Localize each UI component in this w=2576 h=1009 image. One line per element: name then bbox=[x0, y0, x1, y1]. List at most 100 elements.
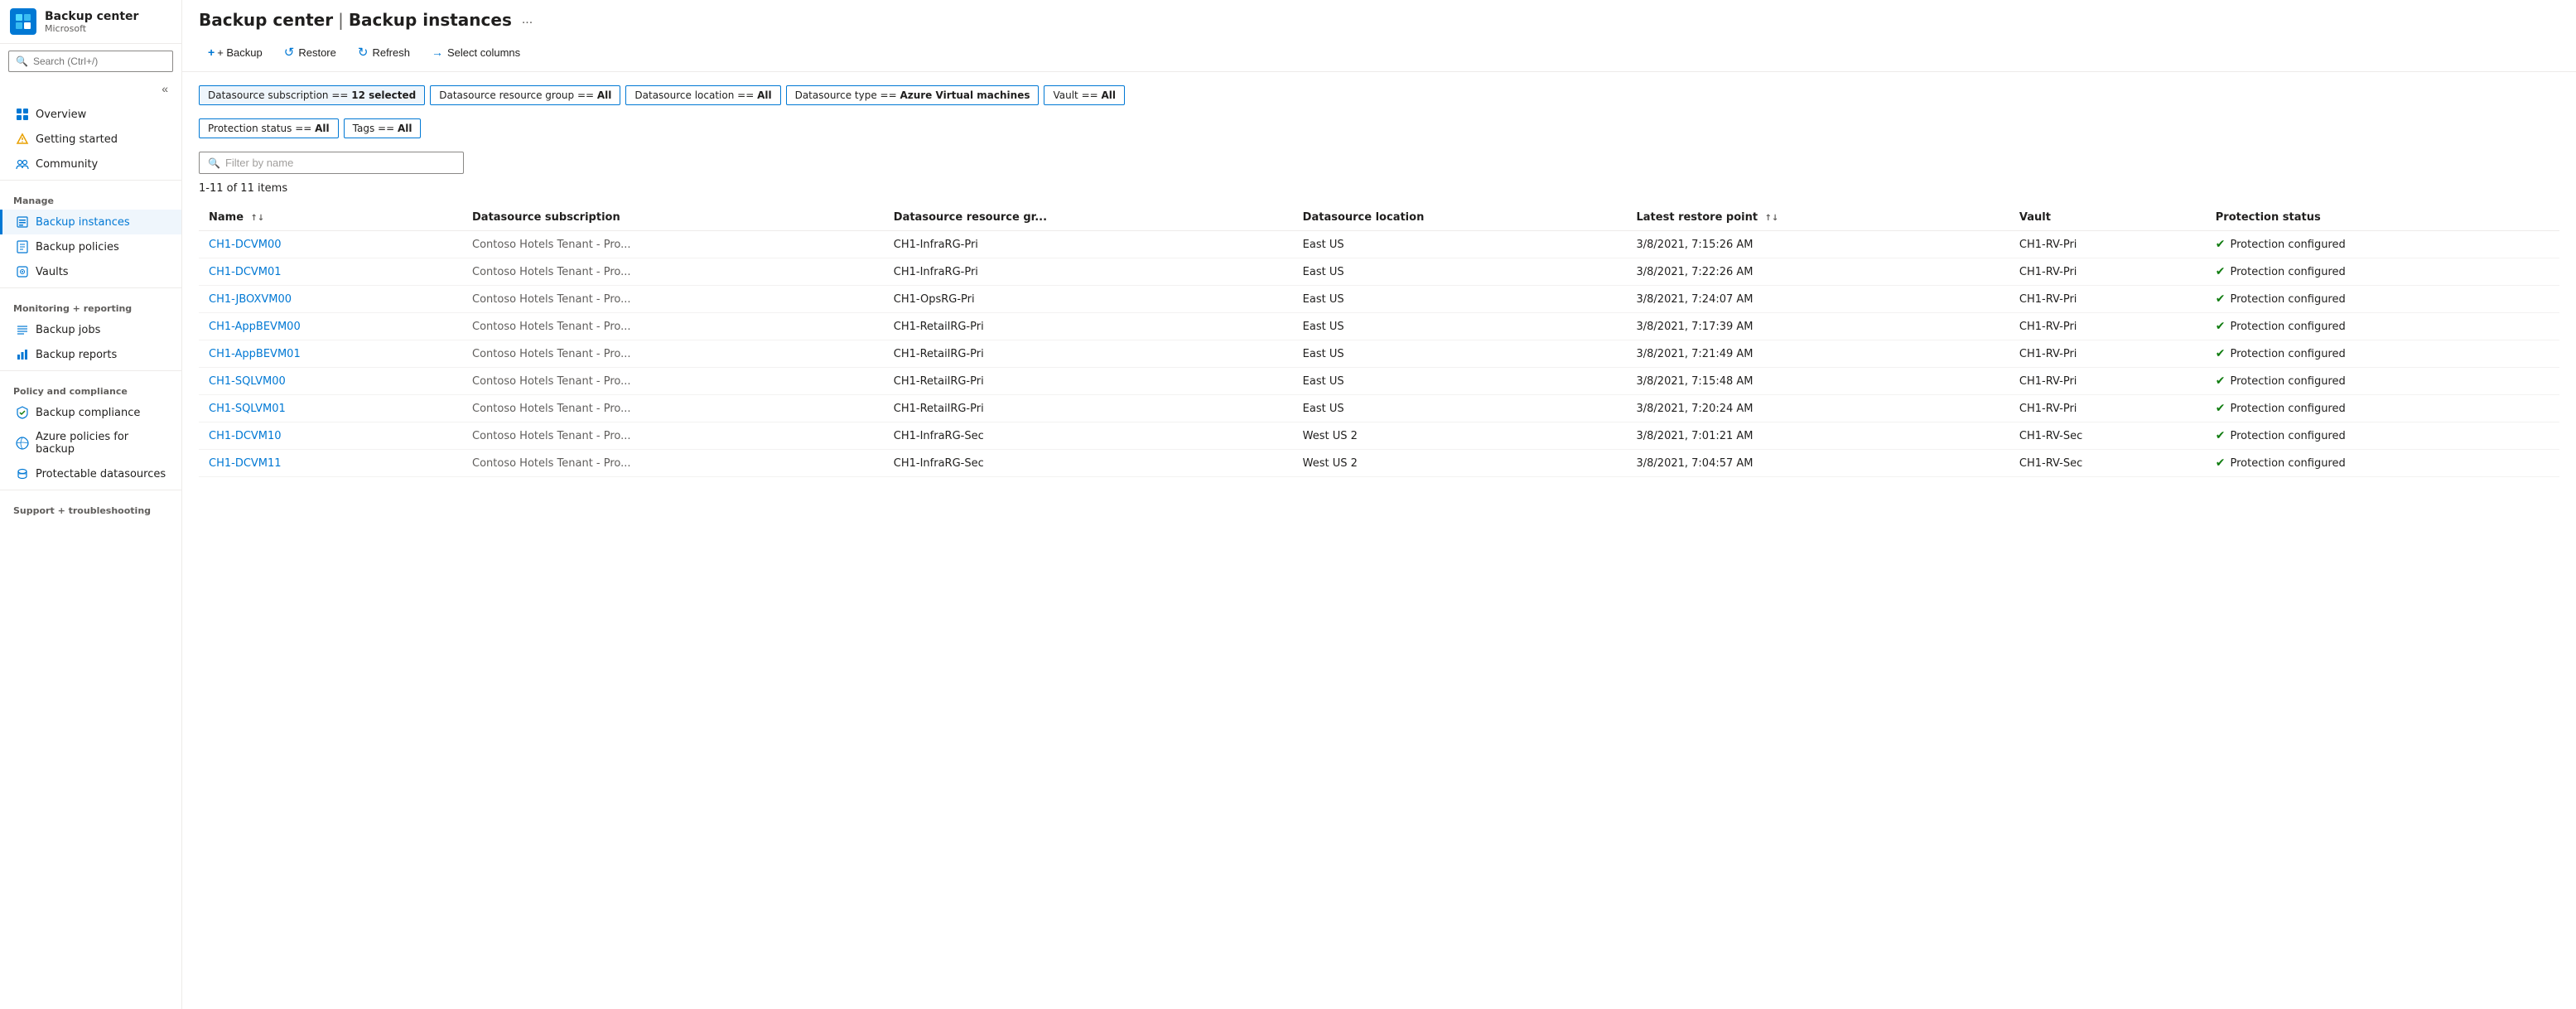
cell-resource-group[interactable]: CH1-InfraRG-Pri bbox=[884, 231, 1293, 258]
filter-chip-type-text: Datasource type == Azure Virtual machine… bbox=[795, 89, 1030, 101]
cell-protection-status: ✔ Protection configured bbox=[2206, 258, 2559, 286]
table-row: CH1-DCVM11 Contoso Hotels Tenant - Pro..… bbox=[199, 450, 2559, 477]
page-title-separator: | bbox=[338, 10, 344, 30]
app-logo bbox=[10, 8, 36, 35]
status-check-icon: ✔ bbox=[2216, 347, 2226, 360]
items-count: 1-11 of 11 items bbox=[199, 182, 2559, 195]
protectable-datasources-icon bbox=[16, 467, 29, 480]
cell-protection-status: ✔ Protection configured bbox=[2206, 286, 2559, 313]
sidebar-item-protectable-datasources[interactable]: Protectable datasources bbox=[0, 461, 181, 486]
select-columns-label: Select columns bbox=[447, 46, 520, 59]
cell-restore-point: 3/8/2021, 7:20:24 AM bbox=[1627, 395, 2009, 422]
cell-resource-group[interactable]: CH1-InfraRG-Sec bbox=[884, 450, 1293, 477]
app-title-block: Backup center Microsoft bbox=[45, 10, 138, 34]
status-label: Protection configured bbox=[2231, 457, 2346, 470]
sidebar-item-label: Vaults bbox=[36, 266, 69, 278]
refresh-button[interactable]: ↻ Refresh bbox=[349, 40, 419, 65]
sidebar-item-overview[interactable]: Overview bbox=[0, 102, 181, 127]
community-icon bbox=[16, 157, 29, 171]
cell-resource-group[interactable]: CH1-RetailRG-Pri bbox=[884, 340, 1293, 368]
cell-location: East US bbox=[1293, 313, 1627, 340]
sidebar-item-azure-policies[interactable]: Azure policies for backup bbox=[0, 425, 181, 461]
cell-name[interactable]: CH1-AppBEVM01 bbox=[199, 340, 462, 368]
refresh-label: Refresh bbox=[372, 46, 410, 59]
filter-chip-vault-text: Vault == All bbox=[1053, 89, 1116, 101]
table-header-row: Name ↑↓ Datasource subscription Datasour… bbox=[199, 205, 2559, 231]
cell-location: East US bbox=[1293, 231, 1627, 258]
sidebar-item-backup-instances[interactable]: Backup instances bbox=[0, 210, 181, 234]
status-label: Protection configured bbox=[2231, 348, 2346, 360]
status-check-icon: ✔ bbox=[2216, 429, 2226, 442]
sidebar-item-label: Backup compliance bbox=[36, 407, 140, 419]
cell-resource-group[interactable]: CH1-RetailRG-Pri bbox=[884, 313, 1293, 340]
filter-chip-location-text: Datasource location == All bbox=[634, 89, 771, 101]
restore-label: Restore bbox=[298, 46, 336, 59]
cell-restore-point: 3/8/2021, 7:22:26 AM bbox=[1627, 258, 2009, 286]
sidebar-collapse-button[interactable]: « bbox=[157, 80, 173, 97]
cell-resource-group[interactable]: CH1-RetailRG-Pri bbox=[884, 368, 1293, 395]
filter-chip-location[interactable]: Datasource location == All bbox=[625, 85, 780, 105]
sidebar-item-vaults[interactable]: Vaults bbox=[0, 259, 181, 284]
status-label: Protection configured bbox=[2231, 293, 2346, 306]
cell-restore-point: 3/8/2021, 7:01:21 AM bbox=[1627, 422, 2009, 450]
col-header-protection-status: Protection status bbox=[2206, 205, 2559, 231]
cell-restore-point: 3/8/2021, 7:15:48 AM bbox=[1627, 368, 2009, 395]
data-table: Name ↑↓ Datasource subscription Datasour… bbox=[199, 205, 2559, 477]
cell-name[interactable]: CH1-DCVM01 bbox=[199, 258, 462, 286]
sidebar-item-label: Backup jobs bbox=[36, 324, 100, 336]
cell-location: West US 2 bbox=[1293, 450, 1627, 477]
cell-protection-status: ✔ Protection configured bbox=[2206, 450, 2559, 477]
search-input[interactable] bbox=[33, 56, 166, 67]
cell-vault: CH1-RV-Pri bbox=[2009, 395, 2206, 422]
cell-resource-group[interactable]: CH1-InfraRG-Pri bbox=[884, 258, 1293, 286]
table-row: CH1-SQLVM01 Contoso Hotels Tenant - Pro.… bbox=[199, 395, 2559, 422]
sidebar-item-backup-compliance[interactable]: Backup compliance bbox=[0, 400, 181, 425]
page-ellipsis-button[interactable]: ... bbox=[517, 11, 538, 29]
filter-chip-type[interactable]: Datasource type == Azure Virtual machine… bbox=[786, 85, 1040, 105]
cell-resource-group[interactable]: CH1-RetailRG-Pri bbox=[884, 395, 1293, 422]
monitoring-section-label: Monitoring + reporting bbox=[0, 292, 181, 317]
sidebar-search-container[interactable]: 🔍 bbox=[8, 51, 173, 72]
cell-resource-group[interactable]: CH1-OpsRG-Pri bbox=[884, 286, 1293, 313]
sidebar-item-backup-reports[interactable]: Backup reports bbox=[0, 342, 181, 367]
filter-chip-tags[interactable]: Tags == All bbox=[344, 118, 422, 138]
filter-chip-subscription[interactable]: Datasource subscription == 12 selected bbox=[199, 85, 425, 105]
cell-resource-group[interactable]: CH1-InfraRG-Sec bbox=[884, 422, 1293, 450]
table-header: Name ↑↓ Datasource subscription Datasour… bbox=[199, 205, 2559, 231]
select-columns-button[interactable]: → Select columns bbox=[422, 41, 529, 64]
table-row: CH1-DCVM00 Contoso Hotels Tenant - Pro..… bbox=[199, 231, 2559, 258]
table-row: CH1-AppBEVM01 Contoso Hotels Tenant - Pr… bbox=[199, 340, 2559, 368]
filter-chip-resource-group[interactable]: Datasource resource group == All bbox=[430, 85, 620, 105]
backup-button[interactable]: + + Backup bbox=[199, 41, 272, 64]
cell-vault: CH1-RV-Sec bbox=[2009, 422, 2206, 450]
sidebar-item-community[interactable]: Community bbox=[0, 152, 181, 176]
toolbar: + + Backup ↺ Restore ↻ Refresh → Select … bbox=[182, 33, 2576, 72]
filter-chip-vault[interactable]: Vault == All bbox=[1044, 85, 1125, 105]
sidebar-item-backup-policies[interactable]: Backup policies bbox=[0, 234, 181, 259]
page-title: Backup instances bbox=[349, 10, 512, 30]
cell-name[interactable]: CH1-AppBEVM00 bbox=[199, 313, 462, 340]
status-label: Protection configured bbox=[2231, 403, 2346, 415]
filter-search-input[interactable] bbox=[225, 157, 455, 169]
filter-search-container[interactable]: 🔍 bbox=[199, 152, 464, 174]
cell-subscription: Contoso Hotels Tenant - Pro... bbox=[462, 258, 884, 286]
col-header-name[interactable]: Name ↑↓ bbox=[199, 205, 462, 231]
status-label: Protection configured bbox=[2231, 321, 2346, 333]
cell-vault: CH1-RV-Pri bbox=[2009, 368, 2206, 395]
cell-name[interactable]: CH1-DCVM10 bbox=[199, 422, 462, 450]
filter-chip-tags-text: Tags == All bbox=[353, 123, 412, 134]
cell-name[interactable]: CH1-SQLVM00 bbox=[199, 368, 462, 395]
sidebar-item-backup-jobs[interactable]: Backup jobs bbox=[0, 317, 181, 342]
sidebar-item-getting-started[interactable]: Getting started bbox=[0, 127, 181, 152]
restore-button[interactable]: ↺ Restore bbox=[275, 40, 345, 65]
cell-name[interactable]: CH1-DCVM00 bbox=[199, 231, 462, 258]
cell-name[interactable]: CH1-DCVM11 bbox=[199, 450, 462, 477]
backup-instances-icon bbox=[16, 215, 29, 229]
filter-search-icon: 🔍 bbox=[208, 157, 220, 169]
cell-name[interactable]: CH1-SQLVM01 bbox=[199, 395, 462, 422]
sidebar: Backup center Microsoft 🔍 « Overview bbox=[0, 0, 182, 1009]
sidebar-item-label: Backup instances bbox=[36, 216, 130, 229]
col-header-restore-point[interactable]: Latest restore point ↑↓ bbox=[1627, 205, 2009, 231]
filter-chip-protection-status[interactable]: Protection status == All bbox=[199, 118, 339, 138]
cell-name[interactable]: CH1-JBOXVM00 bbox=[199, 286, 462, 313]
